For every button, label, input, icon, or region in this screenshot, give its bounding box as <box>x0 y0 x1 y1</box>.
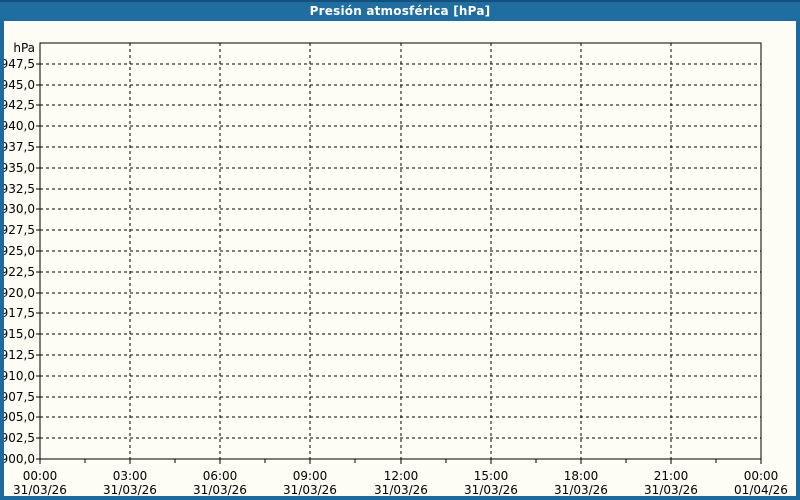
x-tick-date: 31/03/26 <box>464 483 518 496</box>
x-tick-time: 21:00 <box>654 469 689 483</box>
x-tick-time: 00:00 <box>744 469 779 483</box>
x-tick-date: 31/03/26 <box>13 483 67 496</box>
y-tick-label: 907,5 <box>4 390 35 404</box>
y-tick-label: 935,0 <box>4 161 35 175</box>
x-tick-date: 31/03/26 <box>554 483 608 496</box>
y-tick-label: 922,5 <box>4 265 35 279</box>
y-tick-label: 932,5 <box>4 182 35 196</box>
y-tick-label: 942,5 <box>4 98 35 112</box>
y-tick-label: 910,0 <box>4 369 35 383</box>
x-tick-time: 06:00 <box>203 469 238 483</box>
y-tick-label: 927,5 <box>4 223 35 237</box>
y-tick-label: 905,0 <box>4 410 35 424</box>
y-tick-label: 915,0 <box>4 327 35 341</box>
y-tick-label: 940,0 <box>4 119 35 133</box>
y-tick-label: 912,5 <box>4 348 35 362</box>
chart-title-bar: Presión atmosférica [hPa] <box>0 0 800 21</box>
x-tick-time: 00:00 <box>23 469 58 483</box>
y-tick-label: 920,0 <box>4 286 35 300</box>
y-tick-label: 917,5 <box>4 306 35 320</box>
y-tick-label: 930,0 <box>4 202 35 216</box>
pressure-chart: hPa 947,5 945,0 942,5 940,0 937,5 935,0 932,5 93… <box>4 41 788 496</box>
x-tick-time: 18:00 <box>564 469 599 483</box>
y-tick-label: 945,0 <box>4 78 35 92</box>
chart-body: hPa 947,5 945,0 942,5 940,0 937,5 935,0 932,5 93… <box>4 21 796 496</box>
y-axis-unit-label: hPa <box>13 41 35 55</box>
x-tick-time: 15:00 <box>474 469 509 483</box>
x-tick-time: 03:00 <box>113 469 148 483</box>
y-tick-label: 900,0 <box>4 452 35 466</box>
y-tick-label: 925,0 <box>4 244 35 258</box>
x-tick-date: 31/03/26 <box>644 483 698 496</box>
x-tick-time: 09:00 <box>293 469 328 483</box>
x-tick-date: 31/03/26 <box>374 483 428 496</box>
y-tick-label: 902,5 <box>4 431 35 445</box>
y-tick-label: 947,5 <box>4 57 35 71</box>
x-tick-time: 12:00 <box>384 469 419 483</box>
y-tick-label: 937,5 <box>4 140 35 154</box>
x-tick-date: 31/03/26 <box>193 483 247 496</box>
chart-title: Presión atmosférica [hPa] <box>309 4 491 18</box>
x-tick-date: 01/04/26 <box>734 483 788 496</box>
x-tick-date: 31/03/26 <box>103 483 157 496</box>
chart-panel: Presión atmosférica [hPa] hPa 947,5 945,0 9… <box>0 0 800 500</box>
x-tick-date: 31/03/26 <box>283 483 337 496</box>
